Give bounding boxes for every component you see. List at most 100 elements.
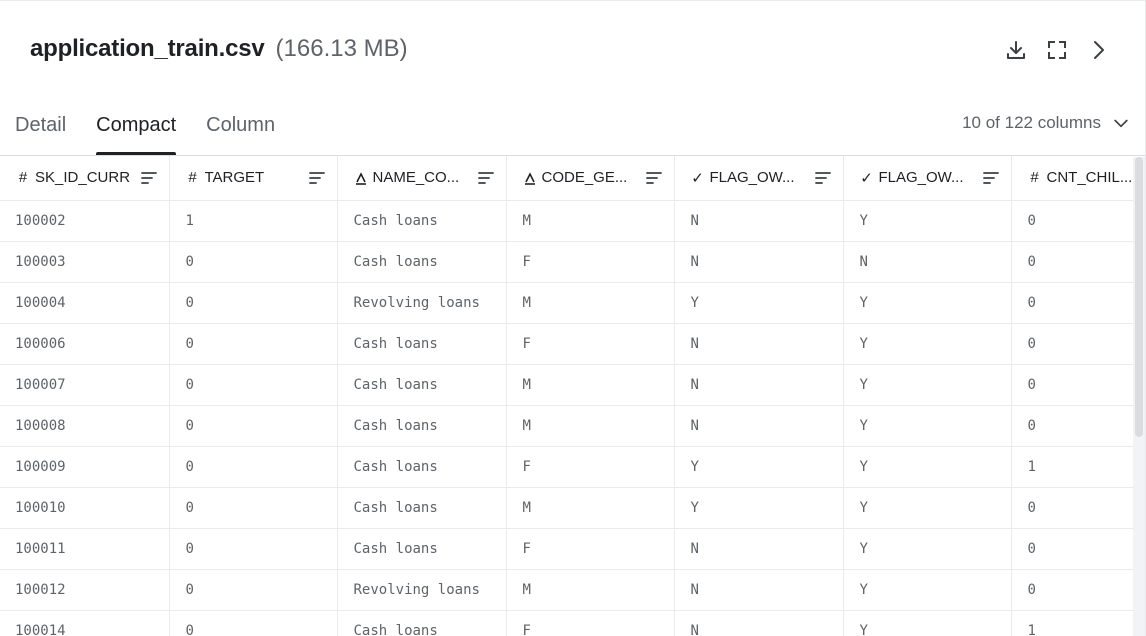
table-cell: Revolving loans <box>337 569 507 611</box>
table-cell: 100002 <box>0 200 170 242</box>
table-cell: 0 <box>169 405 338 447</box>
table-cell: 0 <box>1011 569 1145 611</box>
table-cell: Cash loans <box>337 610 507 636</box>
header-row: # SK_ID_CURR # TARGET NAME_CO... CODE_GE... ✓ F… <box>0 156 1145 201</box>
table-cell: Cash loans <box>337 364 507 406</box>
table-cell: N <box>674 610 844 636</box>
table-cell: 1 <box>1011 610 1145 636</box>
sort-icon[interactable] <box>139 168 159 188</box>
column-header-label: TARGET <box>204 169 265 187</box>
table-cell: Y <box>843 405 1012 447</box>
table-row[interactable]: 100002 1 Cash loans M N Y 0 <box>0 200 1145 242</box>
table-cell: Y <box>674 282 844 324</box>
table-cell: 0 <box>1011 200 1145 242</box>
table-cell: 1 <box>1011 446 1145 488</box>
table-cell: Y <box>843 487 1012 529</box>
table-cell: 100007 <box>0 364 170 406</box>
boolean-type-icon: ✓ <box>860 169 873 187</box>
sort-icon[interactable] <box>981 168 1001 188</box>
table-cell: Cash loans <box>337 446 507 488</box>
table-cell: 100004 <box>0 282 170 324</box>
table-cell: Y <box>843 569 1012 611</box>
table-cell: Y <box>843 364 1012 406</box>
table-cell: 0 <box>1011 487 1145 529</box>
column-header-label: FLAG_OW... <box>709 169 795 187</box>
column-header-label: CNT_CHIL... <box>1046 169 1133 187</box>
table-row[interactable]: 100004 0 Revolving loans M Y Y 0 <box>0 282 1145 324</box>
view-tabs: Detail Compact Column <box>15 109 275 155</box>
tab-compact[interactable]: Compact <box>96 109 177 155</box>
table-cell: Y <box>674 487 844 529</box>
table-cell: 100014 <box>0 610 170 636</box>
table-row[interactable]: 100010 0 Cash loans M Y Y 0 <box>0 487 1145 529</box>
boolean-type-icon: ✓ <box>691 169 704 187</box>
column-header[interactable]: # CNT_CHIL... <box>1011 156 1145 201</box>
numeric-type-icon: # <box>188 169 197 187</box>
sort-icon[interactable] <box>307 168 327 188</box>
table-cell: M <box>506 282 675 324</box>
table-cell: N <box>674 528 844 570</box>
file-size: (166.13 MB) <box>275 35 408 62</box>
table-cell: N <box>674 200 844 242</box>
string-type-icon <box>524 171 535 185</box>
table-cell: Y <box>843 610 1012 636</box>
column-header[interactable]: ✓ FLAG_OW... <box>843 156 1012 201</box>
table-cell: F <box>506 610 675 636</box>
table-cell: 0 <box>169 282 338 324</box>
table-row[interactable]: 100009 0 Cash loans F Y Y 1 <box>0 446 1145 488</box>
table-cell: 0 <box>169 446 338 488</box>
column-header-label: NAME_CO... <box>372 169 460 187</box>
table-cell: N <box>674 364 844 406</box>
table-row[interactable]: 100003 0 Cash loans F N N 0 <box>0 241 1145 283</box>
table-cell: M <box>506 364 675 406</box>
table-cell: Cash loans <box>337 487 507 529</box>
tab-detail[interactable]: Detail <box>15 109 66 155</box>
table-cell: 100008 <box>0 405 170 447</box>
scrollbar-thumb[interactable] <box>1135 157 1143 437</box>
table-cell: N <box>843 241 1012 283</box>
dataset-preview-panel: application_train.csv (166.13 MB) Detail… <box>0 0 1146 636</box>
columns-selector[interactable]: 10 of 122 columns <box>962 113 1131 133</box>
table-cell: 0 <box>1011 528 1145 570</box>
table-cell: Cash loans <box>337 241 507 283</box>
column-header[interactable]: NAME_CO... <box>337 156 507 201</box>
table-cell: Y <box>843 200 1012 242</box>
table-cell: 0 <box>1011 405 1145 447</box>
sort-icon[interactable] <box>644 168 664 188</box>
column-header[interactable]: ✓ FLAG_OW... <box>674 156 844 201</box>
table-cell: Cash loans <box>337 323 507 365</box>
tab-column[interactable]: Column <box>206 109 275 155</box>
column-header[interactable]: # TARGET <box>169 156 338 201</box>
table-row[interactable]: 100012 0 Revolving loans M N Y 0 <box>0 569 1145 611</box>
table-cell: Y <box>843 323 1012 365</box>
numeric-type-icon: # <box>18 169 28 187</box>
table-row[interactable]: 100014 0 Cash loans F N Y 1 <box>0 610 1145 636</box>
table-cell: Revolving loans <box>337 282 507 324</box>
table-cell: N <box>674 569 844 611</box>
download-icon[interactable] <box>1003 37 1029 63</box>
column-header[interactable]: CODE_GE... <box>506 156 675 201</box>
table-row[interactable]: 100007 0 Cash loans M N Y 0 <box>0 364 1145 406</box>
sort-icon[interactable] <box>813 168 833 188</box>
table-cell: Y <box>843 282 1012 324</box>
table-row[interactable]: 100006 0 Cash loans F N Y 0 <box>0 323 1145 365</box>
table-cell: 0 <box>169 528 338 570</box>
chevron-right-icon[interactable] <box>1085 37 1111 63</box>
table-cell: M <box>506 569 675 611</box>
table-cell: 100009 <box>0 446 170 488</box>
table-cell: 0 <box>169 487 338 529</box>
table-cell: 0 <box>169 569 338 611</box>
table-cell: 100010 <box>0 487 170 529</box>
table-cell: 0 <box>169 241 338 283</box>
table-row[interactable]: 100008 0 Cash loans M N Y 0 <box>0 405 1145 447</box>
table-row[interactable]: 100011 0 Cash loans F N Y 0 <box>0 528 1145 570</box>
table-cell: 0 <box>1011 241 1145 283</box>
column-header-label: FLAG_OW... <box>878 169 964 187</box>
sort-icon[interactable] <box>476 168 496 188</box>
table-cell: N <box>674 241 844 283</box>
vertical-scrollbar[interactable] <box>1133 157 1145 636</box>
fullscreen-icon[interactable] <box>1044 37 1070 63</box>
header-actions <box>1003 37 1111 63</box>
data-table: # SK_ID_CURR # TARGET NAME_CO... CODE_GE... ✓ F… <box>0 155 1145 636</box>
column-header[interactable]: # SK_ID_CURR <box>0 156 170 201</box>
